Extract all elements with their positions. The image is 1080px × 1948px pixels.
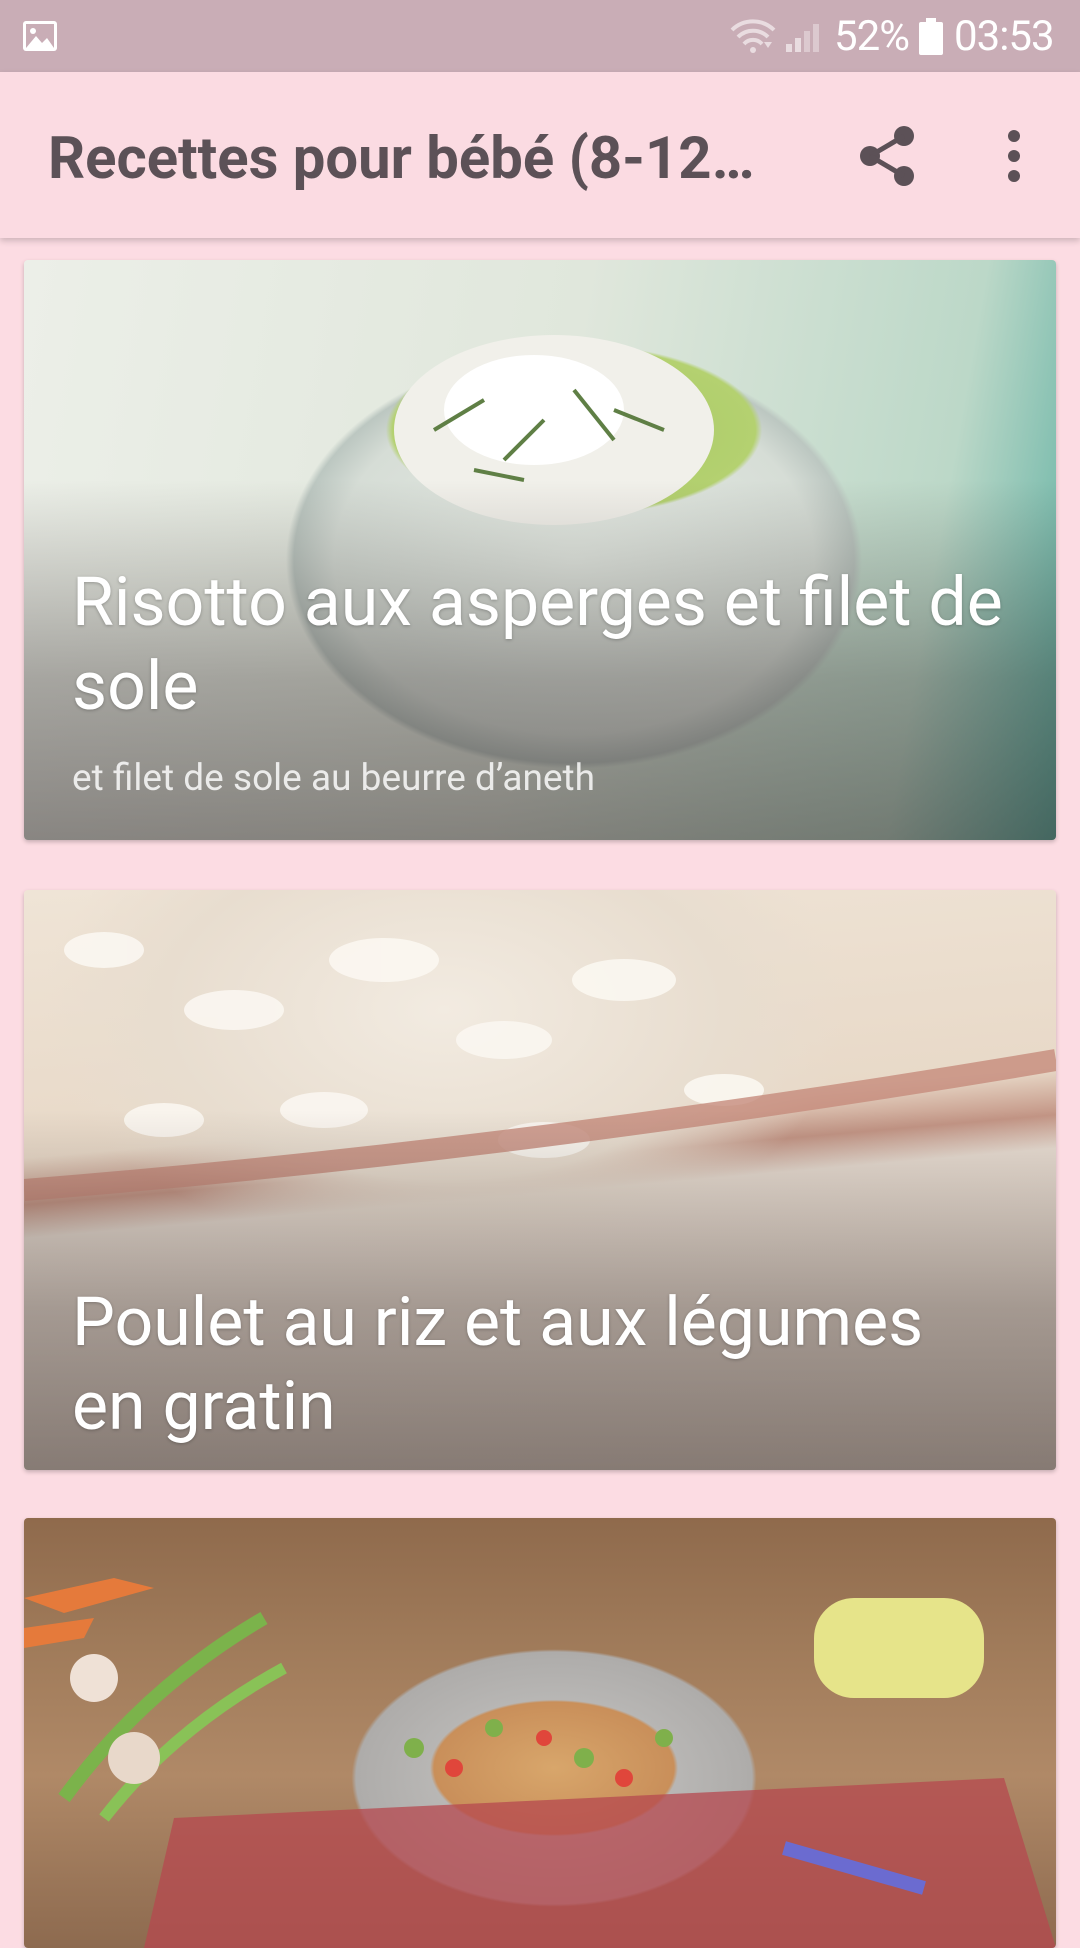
recipe-title: Risotto aux asperges et filet de sole [72, 562, 1003, 726]
share-button[interactable] [856, 116, 920, 196]
status-bar: 52% 03:53 [0, 0, 1080, 72]
recipe-subtitle: et filet de sole au beurre d’aneth [72, 757, 596, 800]
recipe-card[interactable]: Risotto aux asperges et filet de sole et… [24, 260, 1056, 840]
app-title: Recettes pour bébé (8-12… [48, 125, 755, 193]
battery-percentage: 52% [834, 12, 910, 61]
more-vert-icon [1008, 130, 1020, 182]
gallery-icon [23, 21, 57, 51]
battery-icon [919, 18, 943, 55]
share-icon [860, 126, 914, 186]
recipe-card[interactable]: Poulet au riz et aux légumes en gratin [24, 890, 1056, 1470]
wifi-icon [730, 19, 776, 53]
app-bar: Recettes pour bébé (8-12… [0, 72, 1080, 238]
recipe-title: Poulet au riz et aux légumes en gratin [72, 1282, 924, 1446]
more-options-button[interactable] [986, 116, 1042, 196]
status-time: 03:53 [954, 12, 1055, 61]
signal-icon [786, 24, 819, 52]
recipe-card[interactable] [24, 1518, 1056, 1948]
vegetables-decoration [24, 1578, 1056, 1948]
